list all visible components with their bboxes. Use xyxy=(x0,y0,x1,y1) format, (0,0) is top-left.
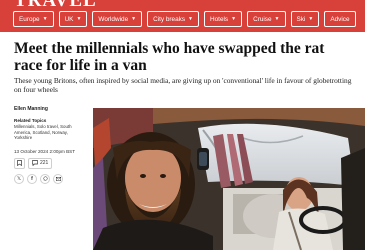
section-title[interactable]: TRAVEL xyxy=(14,0,97,11)
bookmark-icon xyxy=(17,160,22,167)
related-topics-list[interactable]: Millennials, Solo travel, South America,… xyxy=(14,124,86,141)
van-interior-photo xyxy=(93,108,365,250)
comment-count: 221 xyxy=(40,160,49,167)
share-buttons: 𝕏 f xyxy=(14,173,90,184)
chevron-down-icon: ▼ xyxy=(308,15,314,22)
bookmark-button[interactable] xyxy=(14,157,25,169)
nav-item-uk[interactable]: UK ▼ xyxy=(58,11,88,27)
publish-date: 13 October 2024 2:00pm BST xyxy=(14,148,76,154)
travel-header-bar: TRAVEL Europe ▼ UK ▼ Worldwide ▼ City break… xyxy=(0,0,365,32)
chevron-down-icon: ▼ xyxy=(76,15,82,22)
nav-item-advice[interactable]: Advice xyxy=(324,11,356,27)
chevron-down-icon: ▼ xyxy=(274,15,280,22)
nav-item-label: Ski xyxy=(296,15,306,23)
share-x-button[interactable]: 𝕏 xyxy=(14,173,24,184)
nav-item-worldwide[interactable]: Worldwide ▼ xyxy=(92,11,143,27)
nav-item-europe[interactable]: Europe ▼ xyxy=(13,11,54,27)
nav-item-cruise[interactable]: Cruise ▼ xyxy=(247,11,286,27)
nav-item-label: City breaks xyxy=(153,15,186,23)
travel-nav: Europe ▼ UK ▼ Worldwide ▼ City breaks ▼ Hote… xyxy=(13,11,356,27)
comments-button[interactable]: 221 xyxy=(28,157,53,169)
article-standfirst: These young Britons, often inspired by s… xyxy=(14,76,352,94)
nav-item-hotels[interactable]: Hotels ▼ xyxy=(204,11,243,27)
email-icon xyxy=(55,176,61,181)
nav-item-label: Cruise xyxy=(253,15,272,23)
nav-item-city-breaks[interactable]: City breaks ▼ xyxy=(147,11,199,27)
nav-item-label: Europe xyxy=(19,15,40,23)
article-headline: Meet the millennials who have swapped th… xyxy=(14,40,325,74)
comment-icon xyxy=(32,160,38,167)
chevron-down-icon: ▼ xyxy=(231,15,237,22)
nav-item-label: Hotels xyxy=(210,15,229,23)
chevron-down-icon: ▼ xyxy=(188,15,193,22)
nav-item-ski[interactable]: Ski ▼ xyxy=(290,11,320,27)
chevron-down-icon: ▼ xyxy=(131,15,137,22)
nav-item-label: Worldwide xyxy=(98,15,129,23)
author-name[interactable]: Ellen Manning xyxy=(14,106,90,112)
article-meta: Ellen Manning Related Topics Millennials… xyxy=(14,105,90,184)
related-topics-heading: Related Topics xyxy=(14,118,47,123)
nav-item-label: Advice xyxy=(330,15,350,23)
nav-item-label: UK xyxy=(64,15,74,23)
x-icon: 𝕏 xyxy=(16,175,22,182)
facebook-icon: f xyxy=(31,175,33,182)
share-email-button[interactable] xyxy=(53,173,63,184)
whatsapp-icon xyxy=(42,176,48,181)
article-hero-image xyxy=(93,108,365,250)
article-actions: 221 xyxy=(14,157,90,169)
share-whatsapp-button[interactable] xyxy=(40,173,50,184)
chevron-down-icon: ▼ xyxy=(42,15,48,22)
share-facebook-button[interactable]: f xyxy=(27,173,37,184)
